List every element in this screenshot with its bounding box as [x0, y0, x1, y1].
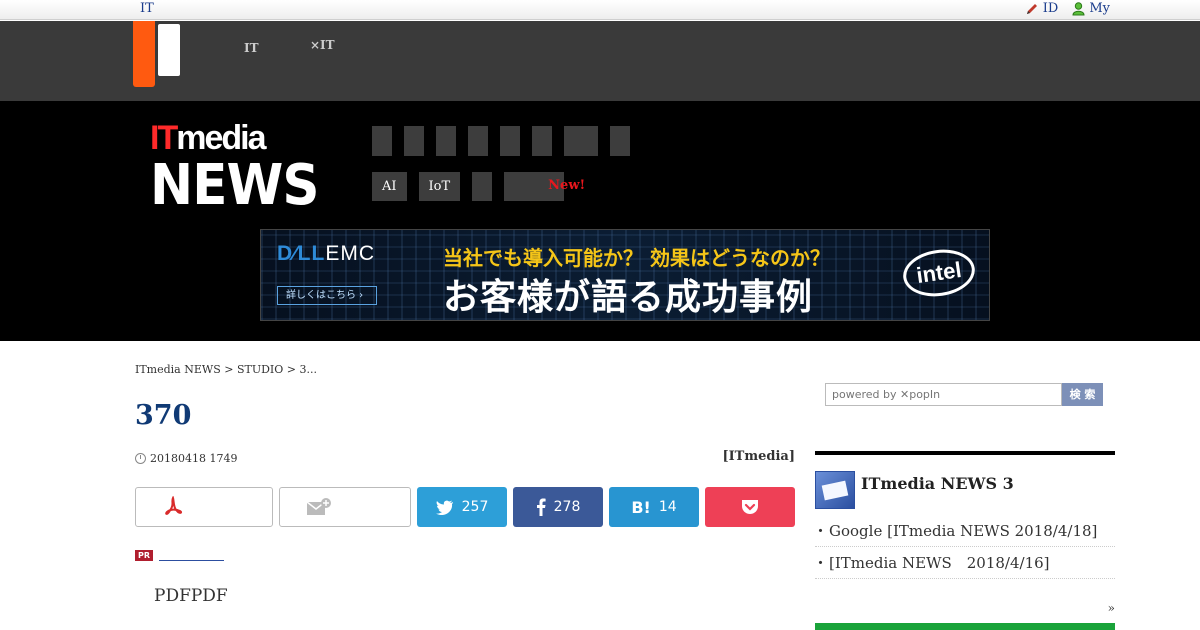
- category-item[interactable]: [468, 126, 488, 156]
- dell-emc-logo: D∕LLEMC: [277, 242, 375, 266]
- category-item[interactable]: [404, 126, 424, 156]
- article-date-text: 20180418 1749: [150, 452, 238, 465]
- id-label: ID: [1042, 1, 1059, 16]
- user-icon: [1072, 1, 1085, 15]
- article-title: 370: [135, 400, 192, 431]
- ranking-header: ITmedia NEWS 3: [815, 471, 1014, 509]
- mail-share-button[interactable]: [279, 487, 411, 527]
- topic-tags: AI IoT New!: [372, 172, 585, 201]
- new-label: New!: [548, 178, 586, 193]
- logo-media: media: [176, 119, 266, 157]
- site-search-input[interactable]: [825, 383, 1062, 406]
- site-header: ITmedia NEWS AI IoT New! D∕LLEMC 詳しくはこちら…: [0, 101, 1200, 341]
- news-logo[interactable]: NEWS: [150, 153, 319, 218]
- article-date: 20180418 1749: [135, 452, 237, 465]
- category-item[interactable]: [436, 126, 456, 156]
- category-menu: [372, 126, 630, 156]
- facebook-share-button[interactable]: 278: [513, 487, 603, 527]
- facebook-count: 278: [553, 499, 581, 515]
- global-nav-item-1-line1: [244, 26, 268, 39]
- ranking-box: ITmedia NEWS 3 Google [ITmedia NEWS 2018…: [813, 451, 1115, 615]
- site-search-button[interactable]: 検 索: [1062, 383, 1103, 406]
- my-label: My: [1089, 1, 1110, 16]
- banner-copy-line2: お客様が語る成功事例: [443, 277, 814, 318]
- facebook-icon: [536, 498, 546, 516]
- utility-bar: IT ID My: [0, 0, 1200, 20]
- green-section-bar: [815, 623, 1115, 630]
- global-nav-item-2[interactable]: ×IT: [310, 26, 346, 52]
- itmedia-brand-mark[interactable]: [133, 21, 155, 87]
- dell-logo-text: D∕LL: [277, 242, 326, 265]
- id-link[interactable]: ID: [1025, 1, 1059, 16]
- global-nav-item-1[interactable]: IT: [244, 26, 268, 55]
- clock-icon: [135, 453, 146, 464]
- pr-row: PR: [135, 550, 225, 561]
- banner-detail-button[interactable]: 詳しくはこちら ›: [277, 286, 377, 305]
- list-item[interactable]: Google [ITmedia NEWS 2018/4/18]: [813, 521, 1115, 547]
- hatena-count: 14: [658, 499, 677, 515]
- category-item[interactable]: [500, 126, 520, 156]
- global-nav: IT ×IT: [0, 21, 1200, 101]
- tag-item[interactable]: [472, 172, 493, 201]
- utility-left-link[interactable]: IT: [140, 1, 154, 16]
- share-buttons: 257 278 B! 14: [135, 487, 795, 527]
- twitter-icon: [435, 500, 453, 515]
- more-link[interactable]: »: [1108, 601, 1115, 615]
- list-item[interactable]: [ITmedia NEWS 2018/4/16]: [813, 553, 1115, 579]
- tag-ai[interactable]: AI: [372, 172, 407, 201]
- brand-mark-secondary: [158, 24, 180, 76]
- tag-iot[interactable]: IoT: [418, 172, 461, 201]
- pr-link[interactable]: [159, 551, 225, 561]
- ranking-list: Google [ITmedia NEWS 2018/4/18] [ITmedia…: [813, 521, 1115, 585]
- hatena-bookmark-button[interactable]: B! 14: [609, 487, 699, 527]
- banner-copy-line1: 当社でも導入可能か？ 効果はどうなのか？: [443, 246, 830, 270]
- pencil-icon: [1026, 3, 1037, 14]
- category-item[interactable]: [532, 126, 552, 156]
- utility-right-links: ID My: [1025, 1, 1110, 16]
- category-item[interactable]: [372, 126, 392, 156]
- pdf-icon: [165, 496, 183, 515]
- logo-it: IT: [150, 119, 178, 157]
- ad-banner[interactable]: D∕LLEMC 詳しくはこちら › 当社でも導入可能か？ 効果はどうなのか？ お…: [260, 229, 990, 321]
- twitter-share-button[interactable]: 257: [417, 487, 507, 527]
- pocket-icon: [742, 500, 758, 514]
- pdf-button[interactable]: [135, 487, 273, 527]
- hatena-icon: B!: [631, 497, 651, 517]
- tag-new[interactable]: New!: [504, 172, 585, 201]
- category-item[interactable]: [564, 126, 598, 156]
- global-nav-item-2-line2: ×IT: [310, 38, 335, 52]
- global-nav-item-1-line2: IT: [244, 41, 259, 55]
- newsletter-mail-icon: [815, 471, 855, 509]
- twitter-count: 257: [461, 499, 489, 515]
- pdf-notice: PDFPDF: [154, 586, 228, 606]
- my-link[interactable]: My: [1072, 1, 1110, 16]
- category-item[interactable]: [610, 126, 630, 156]
- pocket-button[interactable]: [705, 487, 795, 527]
- ranking-title: ITmedia NEWS 3: [861, 474, 1014, 493]
- article-author: [ITmedia]: [722, 449, 795, 464]
- pr-badge: PR: [135, 550, 154, 561]
- emc-logo-text: EMC: [325, 242, 375, 265]
- mail-plus-icon: [306, 498, 331, 515]
- breadcrumb[interactable]: ITmedia NEWS > STUDIO > 3...: [135, 363, 317, 376]
